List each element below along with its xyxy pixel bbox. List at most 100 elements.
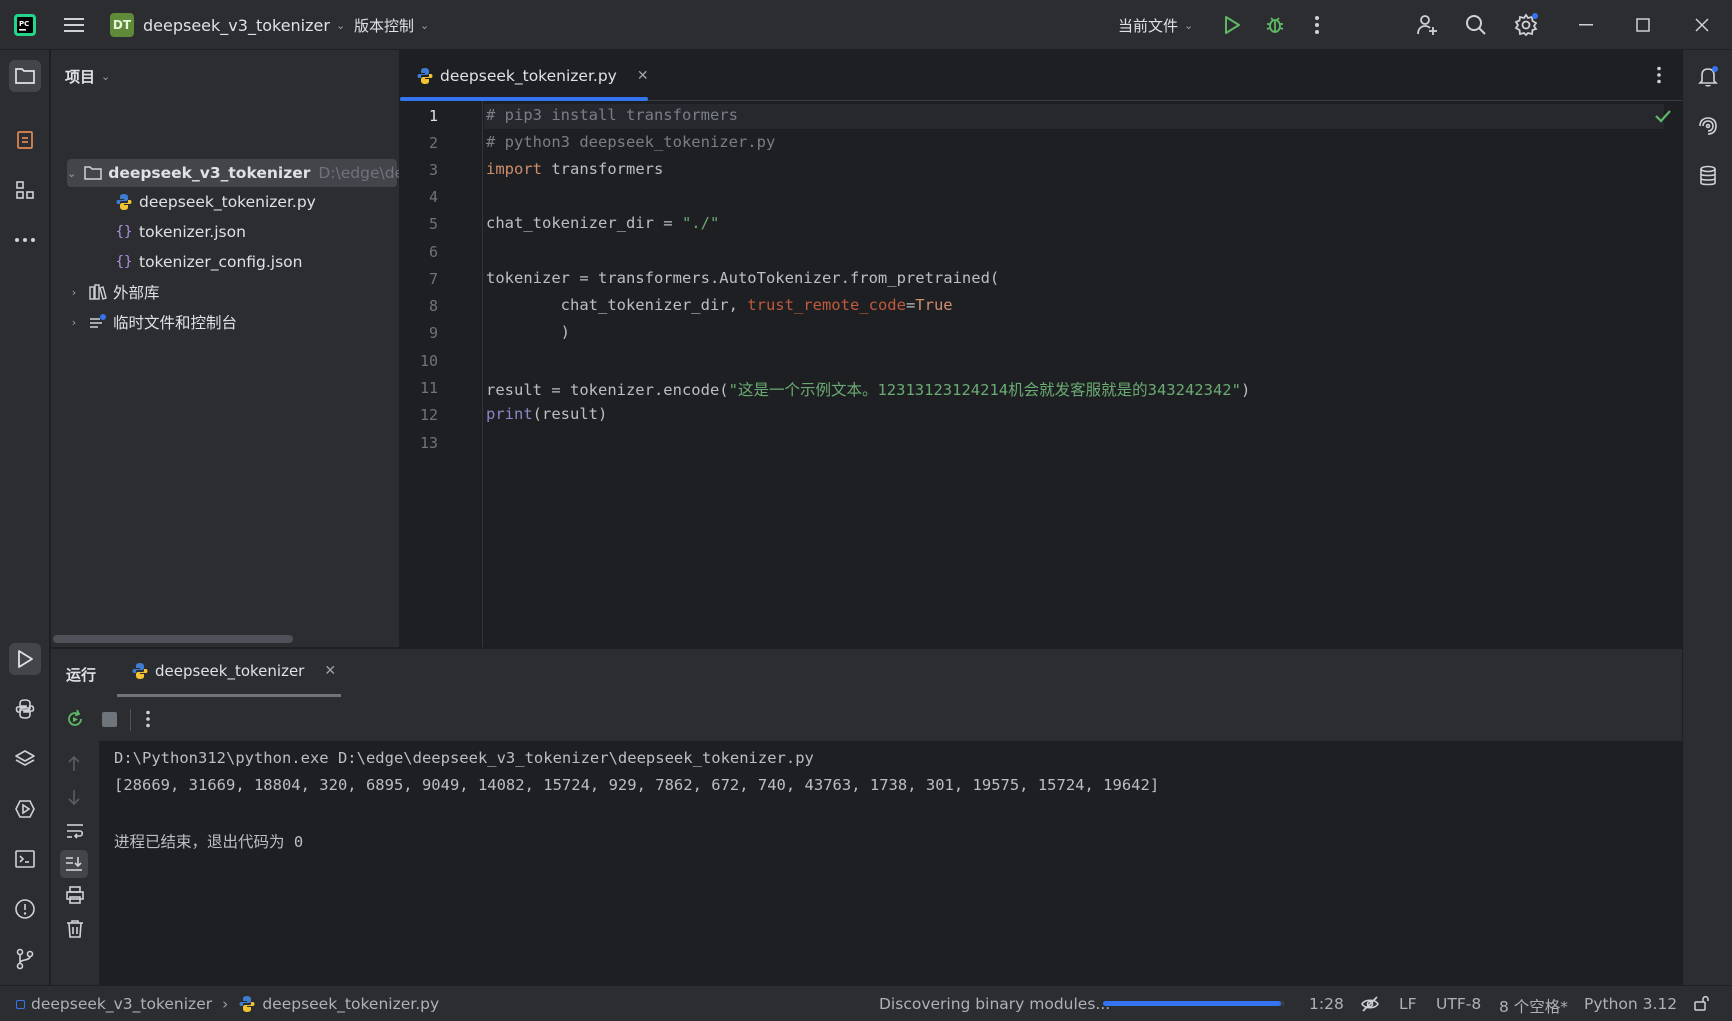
tree-item-scratches[interactable]: › 临时文件和控制台: [67, 308, 237, 336]
horizontal-scrollbar[interactable]: [53, 635, 293, 643]
root-folder-name: deepseek_v3_tokenizer: [108, 164, 311, 182]
toolbar-divider: [130, 709, 131, 731]
project-folder-icon[interactable]: [9, 60, 41, 92]
no-problems-check-icon[interactable]: [1654, 108, 1672, 128]
code-text: transformers: [542, 160, 664, 178]
chevron-right-icon[interactable]: ›: [67, 316, 81, 329]
tree-item-file[interactable]: deepseek_tokenizer.py: [115, 188, 316, 216]
pycharm-logo-icon[interactable]: PC: [11, 11, 39, 39]
add-user-icon[interactable]: [1414, 12, 1440, 38]
project-panel-title: 项目: [65, 68, 96, 86]
python-interpreter[interactable]: Python 3.12: [1584, 995, 1677, 1013]
run-panel-title: 运行: [66, 666, 97, 684]
console-line: D:\Python312\python.exe D:\edge\deepseek…: [114, 749, 814, 767]
notifications-bell-icon[interactable]: [1692, 60, 1724, 92]
ai-assistant-icon[interactable]: [1692, 110, 1724, 142]
close-tab-icon[interactable]: ✕: [637, 68, 649, 84]
line-number: 2: [428, 134, 438, 152]
run-config-selector[interactable]: 当前文件 ⌄: [1118, 15, 1193, 36]
tree-item-external-libraries[interactable]: › 外部库: [67, 278, 160, 306]
background-task-progress[interactable]: [1103, 1001, 1285, 1006]
scroll-to-end-icon[interactable]: [60, 850, 88, 878]
inspections-icon[interactable]: [1360, 995, 1380, 1017]
search-icon[interactable]: [1463, 12, 1489, 38]
line-number: 9: [428, 324, 438, 342]
code-line-9: ): [486, 323, 570, 341]
main-menu-icon[interactable]: [60, 13, 88, 37]
code-line-1: # pip3 install transformers: [486, 106, 738, 124]
breadcrumb: deepseek_v3_tokenizer › deepseek_tokeniz…: [16, 995, 439, 1013]
arrow-up-icon[interactable]: [66, 755, 82, 777]
run-tool-icon[interactable]: [9, 643, 41, 675]
editor-tab-bar: deepseek_tokenizer.py ✕: [400, 50, 1682, 101]
settings-gear-icon[interactable]: [1512, 11, 1540, 39]
line-number: 3: [428, 161, 438, 179]
run-button[interactable]: [1220, 13, 1244, 37]
trash-icon[interactable]: [66, 919, 84, 943]
debug-bug-icon[interactable]: [1263, 13, 1287, 37]
stop-icon[interactable]: [102, 712, 117, 727]
breadcrumb-file[interactable]: deepseek_tokenizer.py: [262, 995, 439, 1013]
run-tab-active[interactable]: deepseek_tokenizer ✕: [131, 662, 336, 680]
file-encoding[interactable]: UTF-8: [1436, 995, 1481, 1013]
tree-item-file[interactable]: {} tokenizer_config.json: [115, 248, 303, 276]
soft-wrap-icon[interactable]: [65, 822, 85, 844]
tree-root-project[interactable]: ⌄ deepseek_v3_tokenizer D:\edge\deep: [67, 159, 399, 187]
code-editor: deepseek_tokenizer.py ✕ 1 2 3 4 5 6 7 8 …: [400, 50, 1682, 647]
right-tool-window-bar: [1682, 50, 1732, 985]
problems-icon[interactable]: [9, 893, 41, 925]
code-string: "这是一个示例文本。12313123124214机会就发客服就是的3432423…: [728, 381, 1241, 399]
progress-fill: [1103, 1001, 1282, 1006]
arrow-down-icon[interactable]: [66, 788, 82, 810]
line-number: 11: [419, 379, 438, 397]
vcs-menu[interactable]: 版本控制 ⌄: [354, 15, 429, 36]
services-icon[interactable]: [9, 793, 41, 825]
json-file-icon: {}: [115, 254, 133, 270]
line-number: 10: [419, 352, 438, 370]
background-task-label[interactable]: Discovering binary modules...: [879, 995, 1110, 1013]
layers-icon[interactable]: [9, 743, 41, 775]
print-icon[interactable]: [65, 886, 85, 908]
chevron-right-icon[interactable]: ›: [67, 286, 81, 299]
database-icon[interactable]: [1692, 160, 1724, 192]
terminal-icon[interactable]: [9, 843, 41, 875]
indent-setting[interactable]: 8 个空格*: [1499, 995, 1568, 1017]
console-line: 进程已结束，退出代码为 0: [114, 833, 304, 851]
tree-item-label: tokenizer_config.json: [139, 253, 303, 271]
editor-tab-active[interactable]: deepseek_tokenizer.py ✕: [400, 50, 665, 101]
close-tab-icon[interactable]: ✕: [324, 663, 336, 679]
more-actions-icon[interactable]: [145, 710, 151, 732]
maximize-window-icon[interactable]: [1631, 13, 1655, 37]
project-panel-header[interactable]: 项目 ⌄: [65, 66, 110, 87]
json-file-icon: {}: [115, 224, 133, 240]
python-console-icon[interactable]: [9, 693, 41, 725]
code-text: (result): [532, 405, 608, 423]
line-separator[interactable]: LF: [1399, 995, 1417, 1013]
caret-position[interactable]: 1:28: [1309, 995, 1344, 1013]
run-side-toolbar: [51, 741, 99, 986]
code-text: result = tokenizer.encode(: [486, 381, 729, 399]
code-line-3: import transformers: [486, 160, 663, 178]
rerun-icon[interactable]: [65, 709, 85, 733]
code-line-7: tokenizer = transformers.AutoTokenizer.f…: [486, 269, 999, 287]
run-config-label: 当前文件: [1118, 17, 1179, 35]
chevron-expanded-icon[interactable]: ⌄: [67, 167, 76, 180]
tree-item-file[interactable]: {} tokenizer.json: [115, 218, 246, 246]
project-switcher[interactable]: DT deepseek_v3_tokenizer ⌄: [110, 13, 345, 37]
git-branch-icon[interactable]: [9, 943, 41, 975]
lock-icon[interactable]: [1693, 994, 1711, 1016]
code-line-2: # python3 deepseek_tokenizer.py: [486, 133, 775, 151]
structure-icon[interactable]: [9, 174, 41, 206]
minimize-window-icon[interactable]: [1574, 13, 1598, 37]
console-output[interactable]: D:\Python312\python.exe D:\edge\deepseek…: [99, 741, 1682, 986]
line-number: 4: [428, 188, 438, 206]
code-line-11: result = tokenizer.encode("这是一个示例文本。1231…: [486, 378, 1250, 400]
line-number: 7: [428, 270, 438, 288]
more-tool-windows-icon[interactable]: [9, 224, 41, 256]
breadcrumb-project[interactable]: deepseek_v3_tokenizer: [31, 995, 212, 1013]
editor-more-icon[interactable]: [1656, 66, 1662, 88]
bookmarks-icon[interactable]: [9, 124, 41, 156]
close-window-icon[interactable]: [1690, 13, 1714, 37]
more-actions-icon[interactable]: [1307, 13, 1327, 37]
project-tool-window: 项目 ⌄ ⌄ deepseek_v3_tokenizer D:\edge\dee…: [51, 50, 399, 647]
